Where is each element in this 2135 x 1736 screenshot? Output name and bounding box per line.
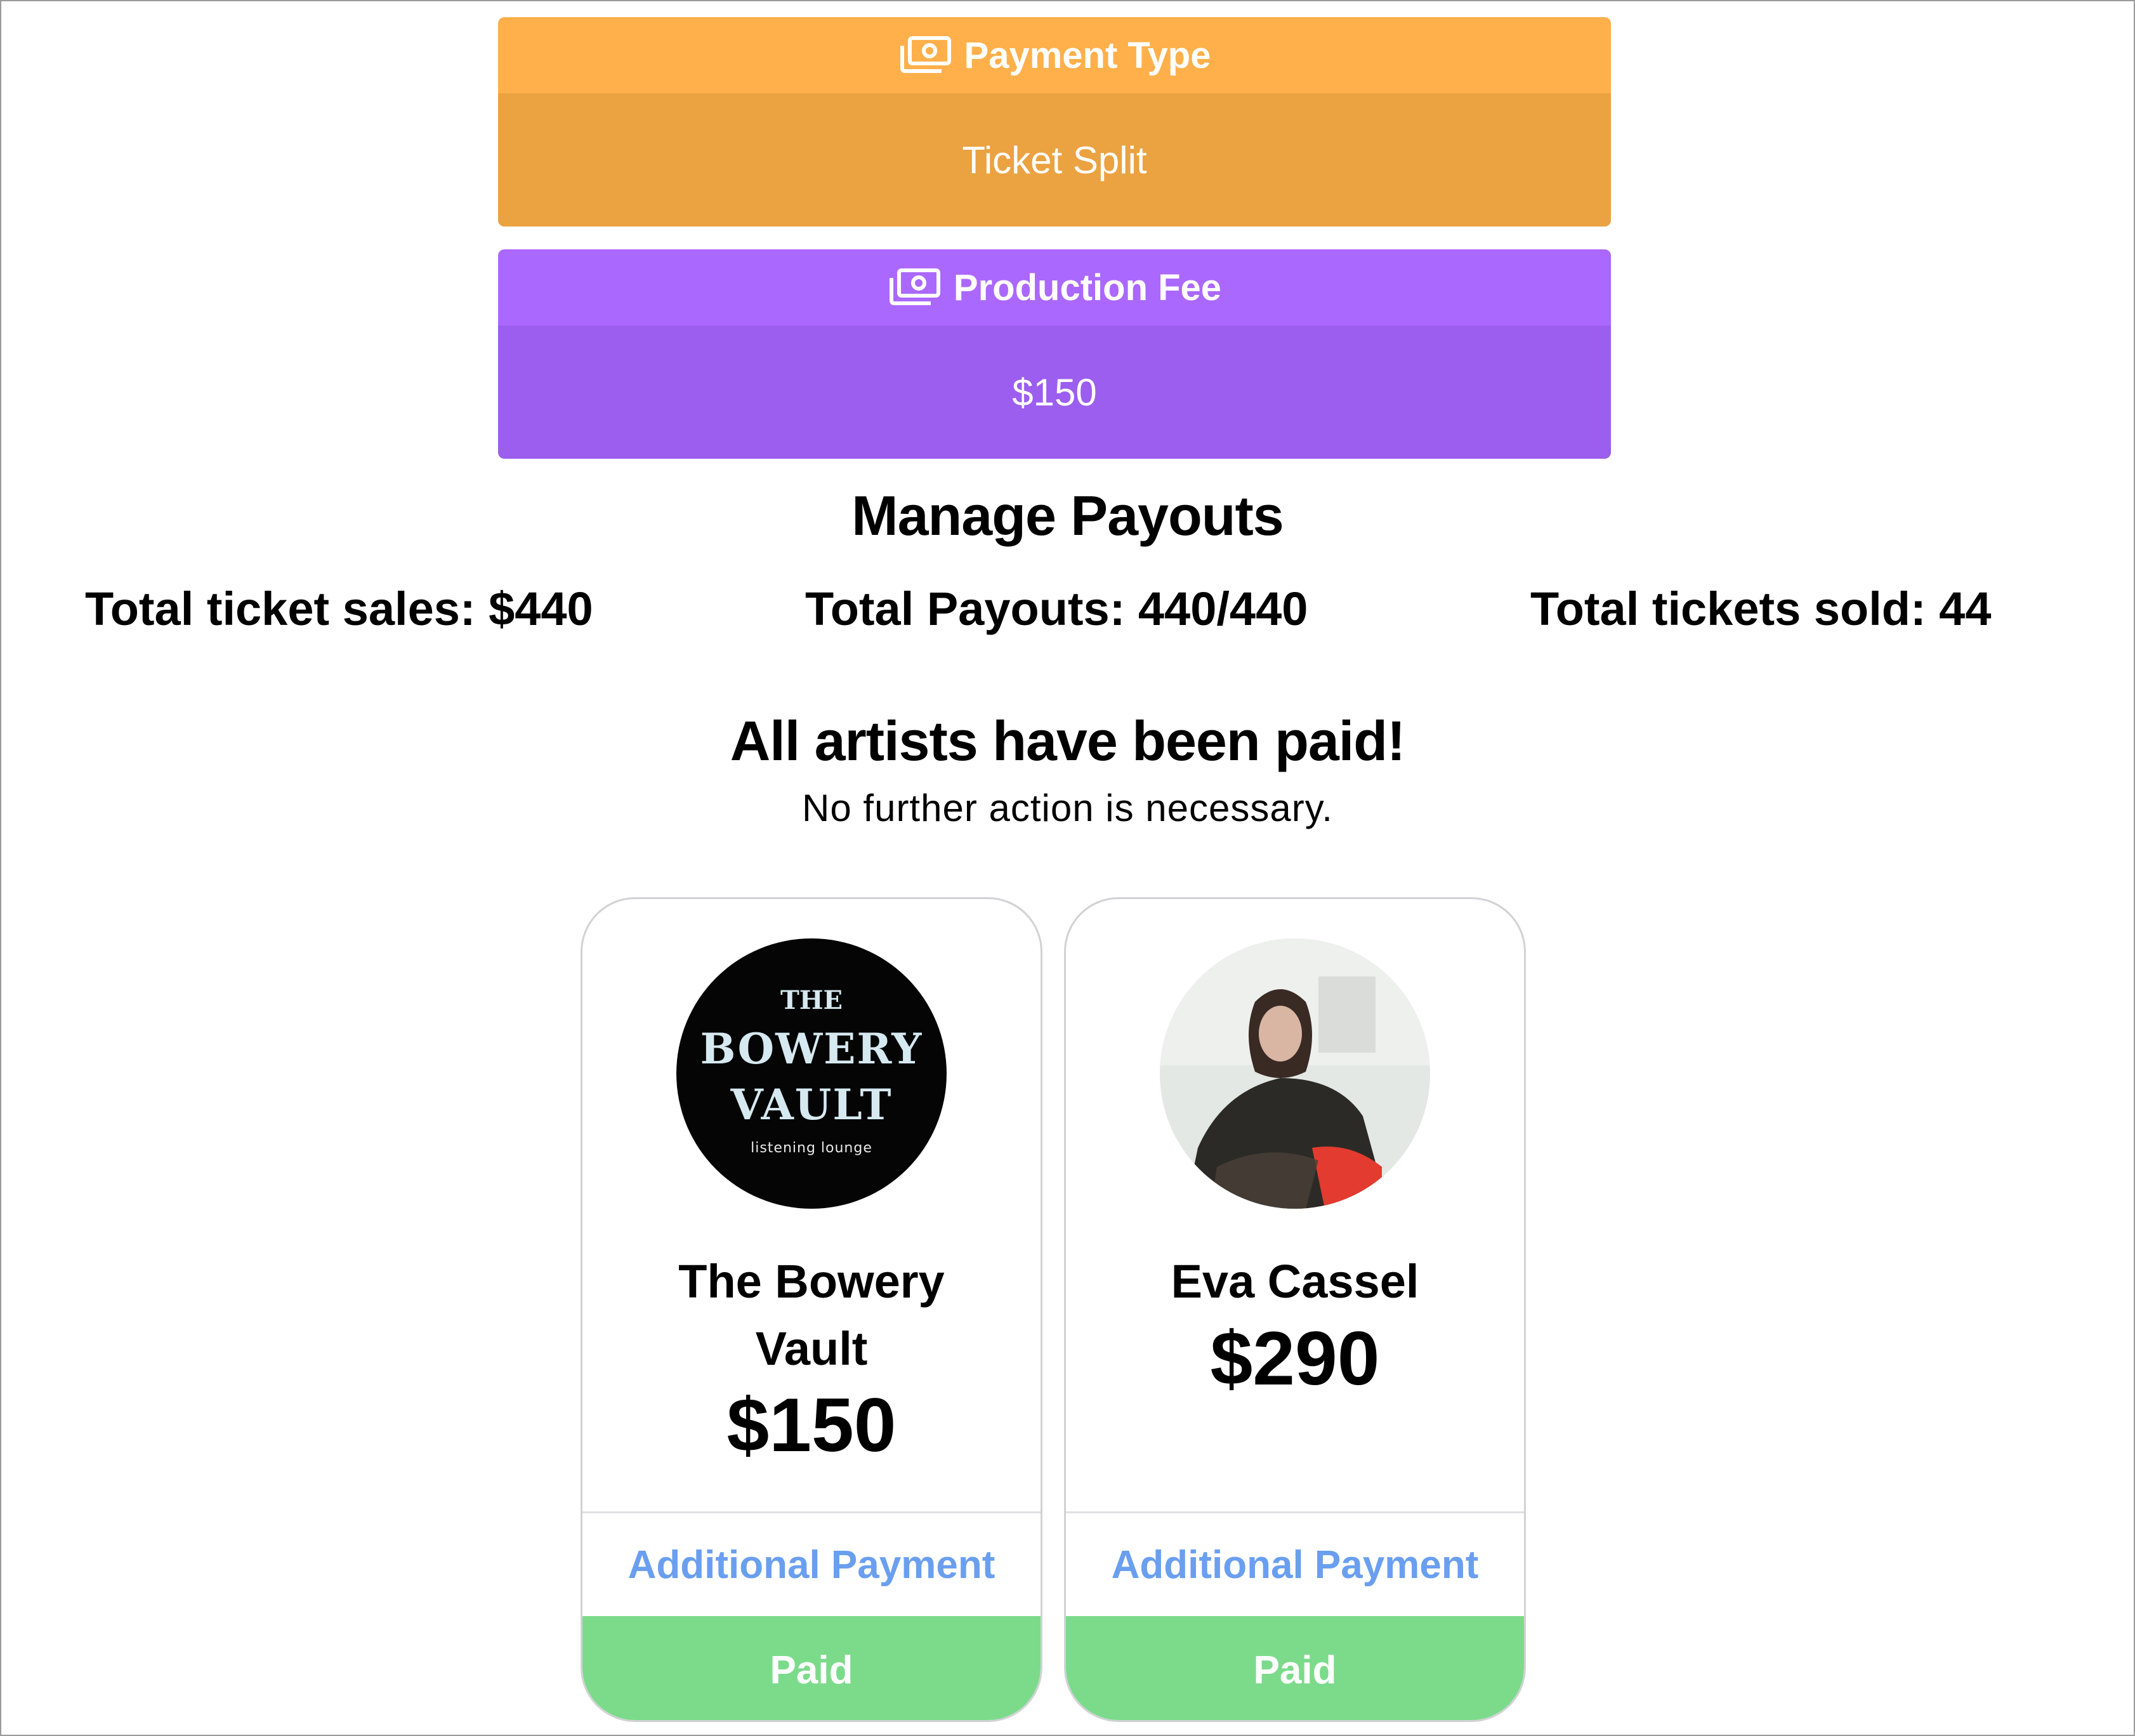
total-tickets-sold: Total tickets sold: 44 xyxy=(1530,582,1992,635)
payment-type-panel: Payment Type Ticket Split xyxy=(498,17,1611,227)
logo-name-line2: VAULT xyxy=(730,1080,893,1129)
paid-status-button[interactable]: Paid xyxy=(582,1616,1041,1720)
total-ticket-sales: Total ticket sales: $440 xyxy=(85,582,593,635)
production-fee-header: Production Fee xyxy=(498,249,1611,326)
additional-payment-link[interactable]: Additional Payment xyxy=(582,1511,1041,1616)
artist-card: THE BOWERY VAULT listening lounge The Bo… xyxy=(581,897,1042,1722)
logo-the-text: THE xyxy=(780,985,843,1015)
artist-card: Eva Cassel $290 Additional Payment Paid xyxy=(1064,897,1526,1722)
status-title: All artists have been paid! xyxy=(730,709,1406,772)
page-title: Manage Payouts xyxy=(851,484,1284,547)
production-fee-panel: Production Fee $150 xyxy=(498,249,1611,459)
logo-tagline: listening lounge xyxy=(751,1140,872,1156)
payment-type-value: Ticket Split xyxy=(498,93,1611,227)
production-fee-value: $150 xyxy=(498,326,1611,459)
artist-name: The Bowery Vault xyxy=(678,1255,945,1375)
artist-amount: $150 xyxy=(726,1383,897,1468)
additional-payment-link[interactable]: Additional Payment xyxy=(1066,1511,1524,1616)
artist-name: Eva Cassel xyxy=(1171,1255,1419,1308)
payment-type-label: Payment Type xyxy=(964,34,1211,76)
status-subtitle: No further action is necessary. xyxy=(802,787,1333,829)
artist-amount: $290 xyxy=(1210,1316,1380,1401)
production-fee-label: Production Fee xyxy=(953,266,1222,308)
money-icon xyxy=(898,36,952,75)
avatar xyxy=(1160,938,1430,1209)
logo-name-line1: BOWERY xyxy=(700,1024,923,1074)
money-icon xyxy=(888,268,941,307)
logo-name-text: BOWERY VAULT xyxy=(676,1021,947,1133)
avatar: THE BOWERY VAULT listening lounge xyxy=(676,938,947,1209)
paid-status-button[interactable]: Paid xyxy=(1066,1616,1524,1720)
payment-type-header: Payment Type xyxy=(498,17,1611,93)
total-payouts: Total Payouts: 440/440 xyxy=(805,582,1308,635)
